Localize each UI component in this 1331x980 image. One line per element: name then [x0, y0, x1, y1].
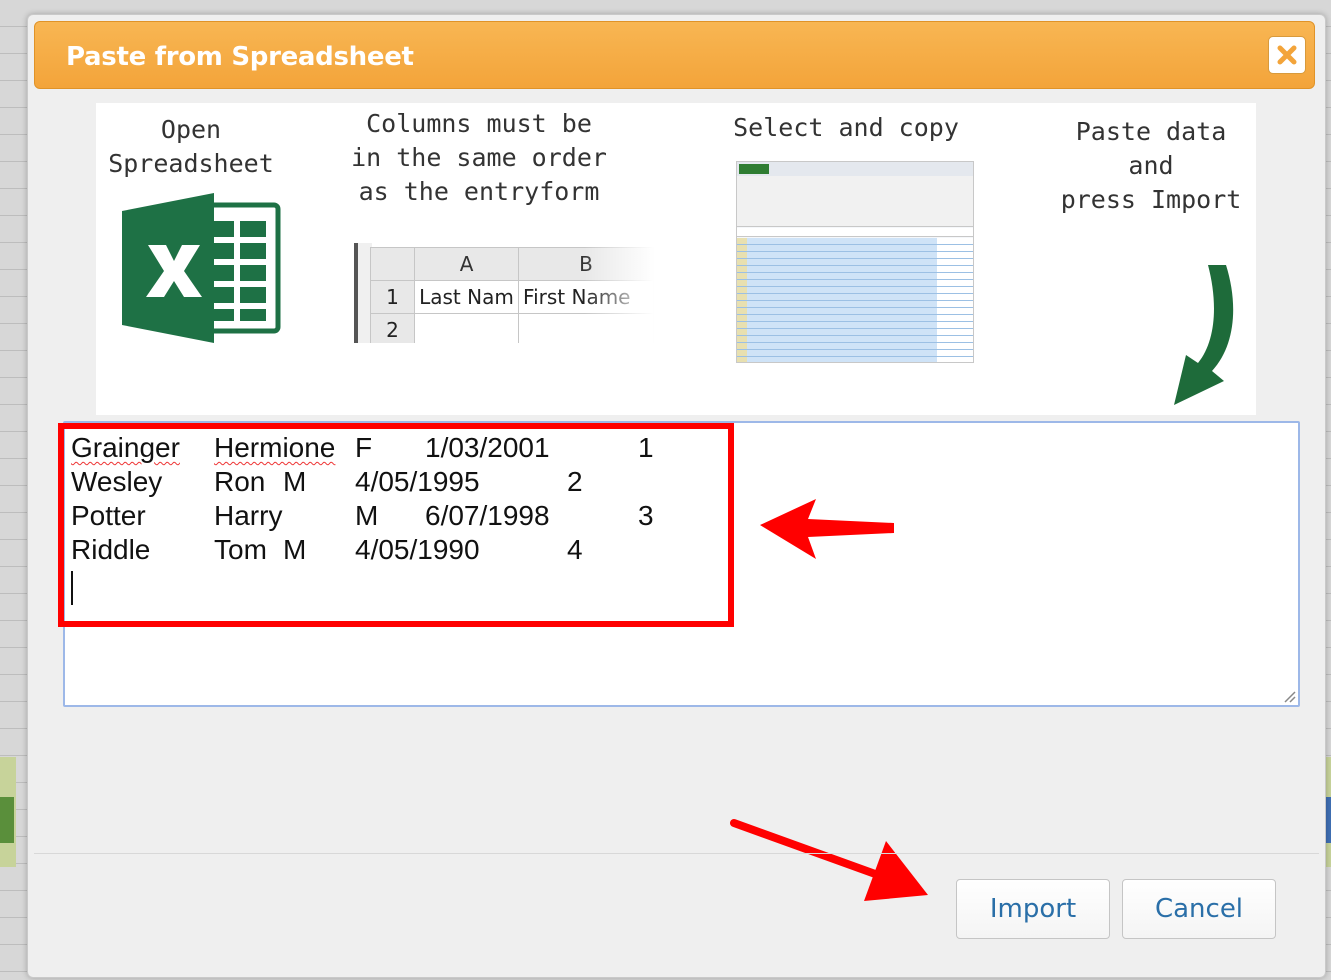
- sheet-row-number: 1: [369, 280, 416, 314]
- close-button[interactable]: [1268, 36, 1306, 74]
- annotation-arrow-left-icon: [760, 499, 894, 559]
- dialog-titlebar[interactable]: Paste from Spreadsheet: [34, 21, 1315, 89]
- excel-file-tab: [739, 164, 769, 174]
- excel-window-thumbnail: [736, 161, 974, 363]
- resize-grip-icon[interactable]: [1282, 689, 1296, 703]
- spreadsheet-column-preview: A B 1 Last Nam First Name 2: [354, 243, 654, 343]
- paste-dialog: Paste from Spreadsheet Open Spreadsheet …: [27, 14, 1326, 978]
- sheet-cell: Last Nam: [414, 280, 520, 314]
- close-icon: [1277, 45, 1297, 65]
- background-page-strip: [0, 757, 16, 867]
- instruction-open-spreadsheet: Open Spreadsheet: [108, 115, 274, 178]
- sheet-fade: [584, 243, 654, 343]
- annotation-arrow-down-right-icon: [730, 819, 928, 901]
- sheet-cell: [414, 313, 520, 343]
- curved-arrow-down-icon: [1174, 265, 1234, 405]
- annotation-highlight-box: [58, 423, 734, 627]
- excel-ribbon: [737, 162, 973, 227]
- excel-selected-grid: [737, 238, 973, 362]
- instruction-select-copy: Select and copy: [733, 113, 959, 142]
- instruction-column-order: Columns must be in the same order as the…: [351, 109, 607, 206]
- dialog-title: Paste from Spreadsheet: [66, 42, 414, 72]
- instructions-panel: Open Spreadsheet Columns must be in the …: [96, 103, 1256, 415]
- excel-ribbon-tabs: [737, 162, 973, 176]
- import-button[interactable]: Import: [956, 879, 1110, 939]
- sheet-row-number: 2: [369, 313, 416, 343]
- instruction-paste-import: Paste data and press Import: [1060, 117, 1242, 214]
- excel-formula-bar: [737, 228, 973, 237]
- excel-logo-icon: [122, 193, 281, 343]
- dialog-footer-divider: [34, 853, 1319, 854]
- sheet-col-header: A: [414, 247, 520, 281]
- cancel-button[interactable]: Cancel: [1122, 879, 1276, 939]
- sheet-corner-cell: [369, 247, 416, 281]
